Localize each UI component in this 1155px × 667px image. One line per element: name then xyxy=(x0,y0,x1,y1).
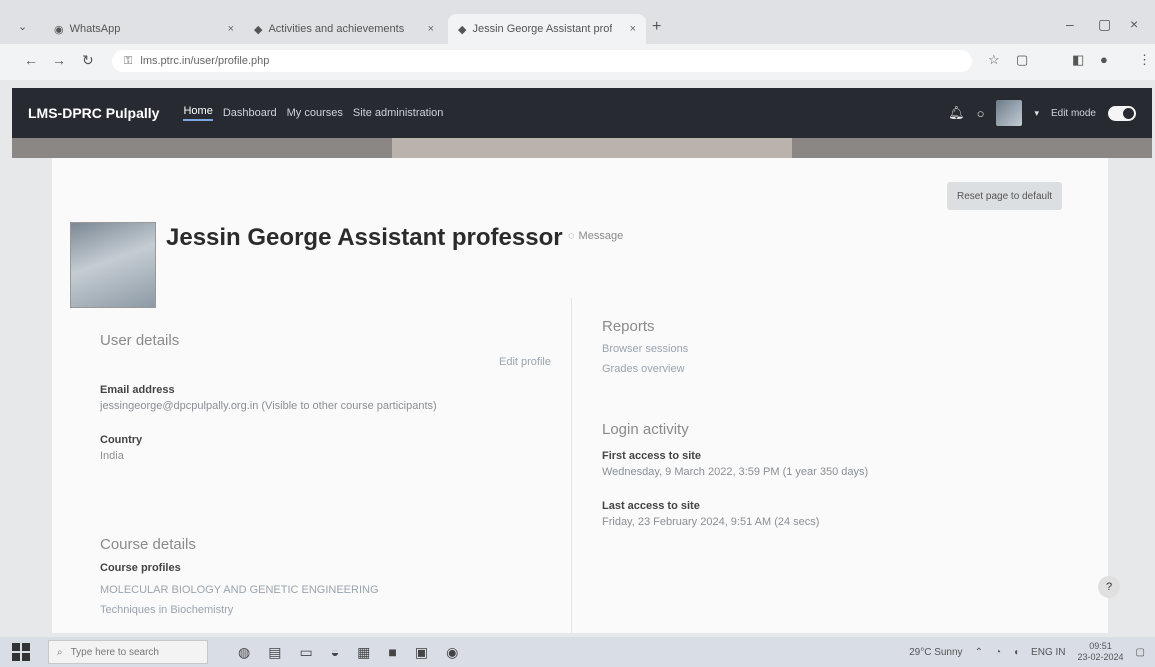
navbar-right: 🔔︎ ○ ▾ Edit mode xyxy=(948,88,1136,138)
course-profiles-label: Course profiles xyxy=(100,562,181,574)
taskbar-search[interactable]: ⌕ Type here to search xyxy=(48,640,208,664)
os-taskbar: ⌕ Type here to search ◍ ▤ ▭ ◒ ▦ ■ ▣ ◉ 29… xyxy=(0,637,1155,667)
user-details-title: User details xyxy=(100,332,180,349)
moodle-icon: ◆ xyxy=(254,23,263,36)
url-text: lms.ptrc.in/user/profile.php xyxy=(140,55,270,67)
country-value: India xyxy=(100,450,124,462)
nav-dashboard[interactable]: Dashboard xyxy=(223,107,277,119)
nav-my-courses[interactable]: My courses xyxy=(287,107,343,119)
browser-tabstrip: ⌄ ◉ WhatsApp × ◆ Activities and achievem… xyxy=(0,0,1155,44)
reports-title: Reports xyxy=(602,318,655,335)
tab-search-icon[interactable]: ⌄ xyxy=(18,20,27,33)
chat-icon[interactable]: ○ xyxy=(977,106,985,121)
profile-icon[interactable]: ● xyxy=(1100,52,1108,67)
windows-start-icon[interactable] xyxy=(12,643,30,661)
site-navbar: LMS-DPRC Pulpally Home Dashboard My cour… xyxy=(12,88,1152,138)
clock-date: 23-02-2024 xyxy=(1077,652,1124,662)
menu-icon[interactable]: ⋮ xyxy=(1138,52,1151,68)
country-label: Country xyxy=(100,434,143,446)
last-access-label: Last access to site xyxy=(602,500,700,512)
message-label: Message xyxy=(578,230,624,242)
lock-icon: ⚿ xyxy=(124,54,133,67)
system-tray: 29°C Sunny ⌃ ◔ ◖ ENG IN 09:51 23-02-2024… xyxy=(909,637,1145,667)
language-indicator[interactable]: ENG IN xyxy=(1031,647,1065,658)
bell-icon[interactable]: 🔔︎ xyxy=(948,105,965,121)
email-value[interactable]: jessingeorge@dpcpulpally.org.in (Visible… xyxy=(100,400,560,412)
email-label: Email address xyxy=(100,384,175,396)
browser-tab-active[interactable]: ◆ Jessin George Assistant professor × xyxy=(448,14,646,44)
page-title: Jessin George Assistant professor xyxy=(166,224,563,251)
login-activity-title: Login activity xyxy=(602,421,689,438)
task-view-icon[interactable]: ▤ xyxy=(268,644,281,661)
sidebar-icon[interactable]: ◧ xyxy=(1072,52,1084,68)
edit-profile-link[interactable]: Edit profile xyxy=(499,356,551,368)
new-tab-icon[interactable]: + xyxy=(652,18,661,36)
close-icon[interactable]: × xyxy=(228,23,234,35)
reload-icon[interactable]: ↻ xyxy=(82,52,94,69)
course-link[interactable]: MOLECULAR BIOLOGY AND GENETIC ENGINEERIN… xyxy=(100,584,379,596)
minimize-icon[interactable]: – xyxy=(1066,16,1074,32)
tab-label: WhatsApp xyxy=(69,23,121,35)
weather-widget[interactable]: 29°C Sunny xyxy=(909,647,962,658)
edit-mode-label: Edit mode xyxy=(1050,107,1096,119)
course-details-title: Course details xyxy=(100,536,196,553)
first-access-value: Wednesday, 9 March 2022, 3:59 PM (1 year… xyxy=(602,466,869,478)
chat-icon: ◌ xyxy=(568,230,575,242)
last-access-value: Friday, 23 February 2024, 9:51 AM (24 se… xyxy=(602,516,820,528)
course-link[interactable]: Techniques in Biochemistry xyxy=(100,604,233,616)
page-header-banner xyxy=(12,138,1152,158)
browser-tab[interactable]: ◉ WhatsApp × xyxy=(44,14,244,44)
back-icon[interactable]: ← xyxy=(24,52,38,68)
store-icon[interactable]: ▦ xyxy=(357,644,370,661)
header-image xyxy=(392,138,792,158)
forward-icon[interactable]: → xyxy=(52,52,66,68)
close-icon[interactable]: × xyxy=(428,23,434,35)
chevron-down-icon[interactable]: ▾ xyxy=(1034,108,1039,119)
volume-icon[interactable]: ◖ xyxy=(1013,647,1019,658)
chrome-icon[interactable]: ◉ xyxy=(446,644,458,661)
notification-icon[interactable]: ▢ xyxy=(1136,647,1145,658)
browser-sessions-link[interactable]: Browser sessions xyxy=(602,343,1092,355)
clock-time: 09:51 xyxy=(1089,641,1112,651)
first-access-label: First access to site xyxy=(602,450,702,462)
edge-icon[interactable]: ◒ xyxy=(331,644,339,661)
extensions-icon[interactable]: ▢ xyxy=(1016,52,1028,68)
photos-icon[interactable]: ▣ xyxy=(415,644,428,661)
maximize-icon[interactable]: ▢ xyxy=(1098,16,1111,33)
message-button[interactable]: ◌ Message xyxy=(568,230,623,242)
tab-label: Activities and achievements xyxy=(268,23,405,35)
whatsapp-icon: ◉ xyxy=(54,23,64,36)
search-placeholder: Type here to search xyxy=(70,646,159,658)
close-icon[interactable]: × xyxy=(630,23,636,35)
bookmark-star-icon[interactable]: ☆ xyxy=(988,52,1000,68)
profile-picture xyxy=(70,222,156,308)
edit-mode-toggle[interactable] xyxy=(1108,105,1136,121)
grades-overview-link[interactable]: Grades overview xyxy=(602,363,1092,375)
file-explorer-icon[interactable]: ▭ xyxy=(299,644,312,661)
left-column: User details Edit profile Email address … xyxy=(82,298,572,633)
reset-page-button[interactable]: Reset page to default xyxy=(947,182,1063,210)
app-icon[interactable]: ■ xyxy=(388,644,396,661)
moodle-icon: ◆ xyxy=(458,23,467,36)
nav-home[interactable]: Home xyxy=(183,105,213,121)
browser-tab[interactable]: ◆ Activities and achievements × xyxy=(244,14,444,44)
network-icon[interactable]: ◔ xyxy=(995,647,1001,658)
profile-card: Reset page to default Jessin George Assi… xyxy=(52,158,1108,633)
close-window-icon[interactable]: × xyxy=(1130,16,1138,32)
tab-label: Jessin George Assistant professor xyxy=(472,23,613,35)
nav-site-administration[interactable]: Site administration xyxy=(353,107,444,119)
chevron-up-icon[interactable]: ⌃ xyxy=(975,647,983,658)
site-brand[interactable]: LMS-DPRC Pulpally xyxy=(28,105,159,121)
clock[interactable]: 09:51 23-02-2024 xyxy=(1078,641,1124,663)
address-bar[interactable]: ⚿ lms.ptrc.in/user/profile.php xyxy=(112,50,972,72)
help-button[interactable]: ? xyxy=(1098,576,1120,598)
user-avatar[interactable] xyxy=(996,100,1023,126)
right-column: Reports Browser sessions Grades overview… xyxy=(602,318,1092,528)
cortana-icon[interactable]: ◍ xyxy=(238,644,250,661)
taskbar-apps: ◍ ▤ ▭ ◒ ▦ ■ ▣ ◉ xyxy=(238,644,458,661)
search-icon: ⌕ xyxy=(57,646,63,658)
